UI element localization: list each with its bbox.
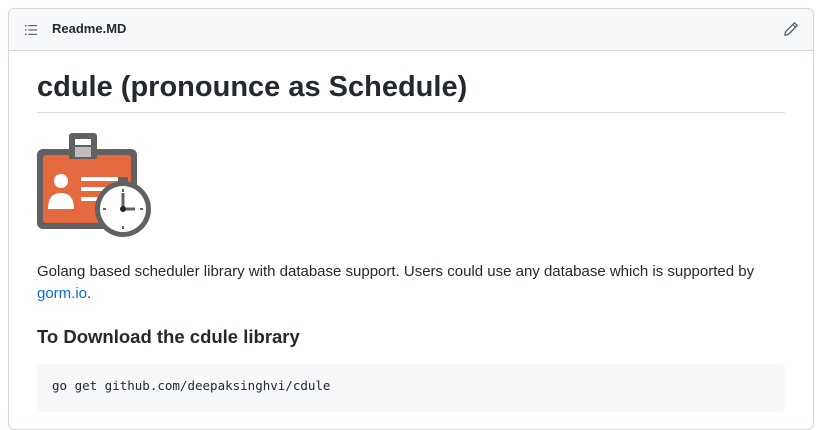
title-divider [37, 112, 785, 113]
download-command[interactable]: go get github.com/deepaksinghvi/cdule [52, 378, 330, 393]
description-suffix: . [87, 285, 92, 302]
file-name[interactable]: Readme.MD [52, 21, 126, 36]
download-heading: To Download the cdule library [37, 326, 300, 347]
pencil-icon[interactable] [783, 21, 799, 37]
list-unordered-icon[interactable] [24, 23, 38, 37]
page-title: cdule (pronounce as Schedule) [37, 71, 468, 103]
readme-header: Readme.MD [9, 9, 813, 51]
code-block[interactable]: go get github.com/deepaksinghvi/cdule [37, 364, 785, 412]
id-badge-with-clock-icon [37, 133, 151, 237]
description-paragraph: Golang based scheduler library with data… [37, 261, 785, 305]
readme-box: Readme.MD cdule (pronounce as Schedule) [8, 8, 814, 430]
description-text: Golang based scheduler library with data… [37, 263, 755, 280]
gorm-link[interactable]: gorm.io [37, 285, 87, 302]
